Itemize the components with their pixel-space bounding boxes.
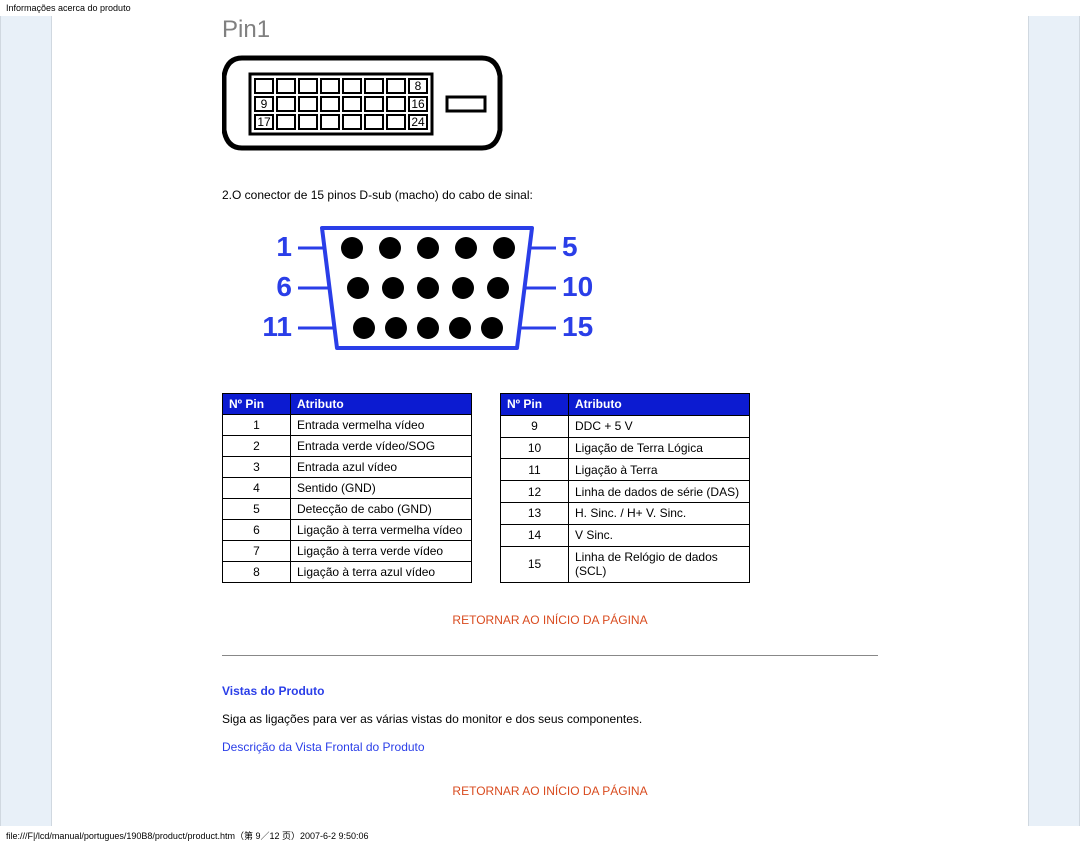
table-row: 14V Sinc. (501, 524, 750, 546)
vga-connector-svg: 1 6 11 5 10 15 (262, 218, 622, 363)
table-row: 3Entrada azul vídeo (223, 457, 472, 478)
vga-connector-figure: 1 6 11 5 10 15 (262, 218, 878, 363)
page-footer: file:///F|/lcd/manual/portugues/190B8/pr… (0, 826, 1080, 845)
return-to-top-link-1[interactable]: RETORNAR AO INÍCIO DA PÁGINA (222, 613, 878, 627)
table-row: 2Entrada verde vídeo/SOG (223, 436, 472, 457)
pin-tables: Nº PinAtributo 1Entrada vermelha vídeo 2… (222, 393, 878, 583)
svg-text:17: 17 (257, 115, 271, 129)
svg-text:9: 9 (261, 97, 268, 111)
svg-text:24: 24 (411, 115, 425, 129)
svg-text:5: 5 (562, 231, 578, 262)
pin-table-left: Nº PinAtributo 1Entrada vermelha vídeo 2… (222, 393, 472, 583)
th-attr: Atributo (291, 394, 472, 415)
table-row: 13H. Sinc. / H+ V. Sinc. (501, 502, 750, 524)
pin1-label: Pin1 (222, 16, 878, 44)
pin-table-right: Nº PinAtributo 9DDC + 5 V 10Ligação de T… (500, 393, 750, 583)
table-row: 6Ligação à terra vermelha vídeo (223, 520, 472, 541)
svg-text:8: 8 (415, 79, 422, 93)
table-row: 15Linha de Relógio de dados (SCL) (501, 546, 750, 582)
return-to-top-link-2[interactable]: RETORNAR AO INÍCIO DA PÁGINA (222, 784, 878, 798)
table-row: 7Ligação à terra verde vídeo (223, 541, 472, 562)
table-row: 10Ligação de Terra Lógica (501, 437, 750, 459)
page-header: Informações acerca do produto (0, 0, 1080, 16)
left-nav-band (0, 16, 52, 826)
section-text: Siga as ligações para ver as várias vist… (222, 712, 878, 726)
front-view-link[interactable]: Descrição da Vista Frontal do Produto (222, 740, 878, 754)
table-row: 9DDC + 5 V (501, 415, 750, 437)
dvi-connector-figure: Pin1 8 9 16 (222, 16, 878, 158)
svg-text:15: 15 (562, 311, 593, 342)
dsub-caption: 2.O conector de 15 pinos D-sub (macho) d… (222, 188, 878, 202)
th-attr: Atributo (569, 394, 750, 416)
svg-text:6: 6 (276, 271, 292, 302)
table-row: 4Sentido (GND) (223, 478, 472, 499)
svg-text:11: 11 (262, 311, 292, 342)
table-row: 12Linha de dados de série (DAS) (501, 481, 750, 503)
section-title-views: Vistas do Produto (222, 684, 878, 698)
right-nav-band (1028, 16, 1080, 826)
svg-text:16: 16 (411, 97, 425, 111)
th-pin: Nº Pin (501, 394, 569, 416)
table-row: 11Ligação à Terra (501, 459, 750, 481)
th-pin: Nº Pin (223, 394, 291, 415)
table-row: 8Ligação à terra azul vídeo (223, 562, 472, 583)
dvi-connector-svg: 8 9 16 17 24 (222, 48, 512, 158)
section-divider (222, 655, 878, 656)
svg-text:10: 10 (562, 271, 593, 302)
svg-text:1: 1 (276, 231, 292, 262)
table-row: 1Entrada vermelha vídeo (223, 415, 472, 436)
table-row: 5Detecção de cabo (GND) (223, 499, 472, 520)
